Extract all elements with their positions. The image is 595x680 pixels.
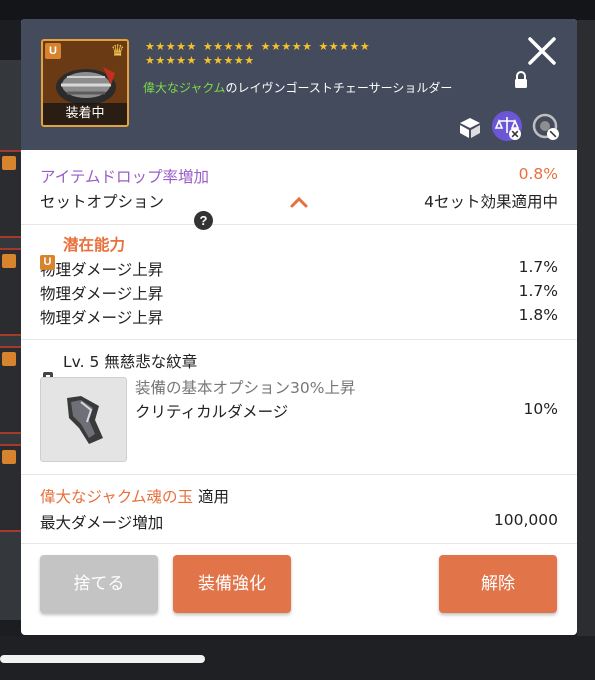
potential-line-label: 物理ダメージ上昇: [40, 309, 164, 327]
chevron-up-icon[interactable]: [289, 195, 309, 209]
star-group: ★★★★★: [260, 40, 313, 53]
potential-line-label: 物理ダメージ上昇: [40, 261, 164, 279]
set-option-section: アイテムドロップ率増加 0.8% セットオプション 4セット効果適用中: [21, 150, 577, 225]
set-status: 4セット効果適用中: [424, 193, 558, 211]
crown-icon: ♛: [110, 41, 125, 60]
star-group: ★★★★★: [145, 54, 197, 67]
background-right-panel: [577, 20, 595, 636]
emblem-title: Lv. 5 無慈悲な紋章: [63, 353, 198, 371]
star-group: ★★★★★: [145, 40, 197, 53]
rank-badge: U: [45, 43, 61, 59]
item-header: U ♛ 装着中 ★★★★★ ★★★★★ ★★★★★ ★★★★★ ★★★★★ ★★★★★ …: [21, 19, 577, 150]
claw-emblem-icon: [67, 396, 103, 444]
soul-header: 偉大なジャクム魂の玉 適用: [40, 485, 229, 507]
item-name: 偉大なジャクムのレイヴンゴーストチェーサーショルダー: [143, 79, 452, 96]
emblem-description: 装備の基本オプション30%上昇: [135, 379, 356, 397]
potential-title: 潜在能力: [63, 236, 126, 254]
equipped-label: 装着中: [43, 103, 127, 125]
potential-rank-badge: U: [40, 255, 55, 270]
emblem-image: [40, 377, 127, 462]
star-group: ★★★★★: [202, 40, 255, 53]
drop-rate-value: 0.8%: [518, 165, 558, 183]
potential-section: 潜在能力 物理ダメージ上昇 1.7% 物理ダメージ上昇 1.7% 物理ダメージ上…: [21, 225, 577, 340]
set-option-label: セットオプション: [40, 193, 165, 211]
star-force-rating: ★★★★★ ★★★★★ ★★★★★ ★★★★★ ★★★★★ ★★★★★: [145, 40, 445, 68]
home-indicator-bar: [0, 655, 205, 663]
close-icon[interactable]: [525, 34, 559, 68]
storage-box-icon[interactable]: [457, 114, 483, 140]
emblem-stat-value: 10%: [523, 400, 558, 418]
soul-stat-value: 100,000: [493, 511, 558, 529]
shoulder-armor-icon: [56, 67, 116, 105]
soul-applied: 適用: [197, 488, 229, 506]
disabled-option-icon[interactable]: [531, 112, 561, 142]
soul-stat-label: 最大ダメージ増加: [40, 514, 164, 532]
discard-button[interactable]: 捨てる: [40, 555, 158, 613]
item-name-prefix: 偉大なジャクム: [143, 81, 226, 95]
item-detail-dialog: U ♛ 装着中 ★★★★★ ★★★★★ ★★★★★ ★★★★★ ★★★★★ ★★★★★ …: [21, 19, 577, 635]
soul-section: 偉大なジャクム魂の玉 適用 最大ダメージ増加 100,000: [21, 475, 577, 545]
star-group: ★★★★★: [318, 40, 371, 53]
star-group: ★★★★★: [202, 54, 255, 67]
drop-rate-label: アイテムドロップ率増加: [40, 168, 209, 186]
unequip-button[interactable]: 解除: [439, 555, 557, 613]
emblem-stat-label: クリティカルダメージ: [135, 403, 289, 421]
trade-scale-icon[interactable]: [491, 110, 523, 142]
enhance-button[interactable]: 装備強化: [173, 555, 291, 613]
item-thumbnail: U ♛ 装着中: [41, 39, 129, 127]
item-name-rest: のレイヴンゴーストチェーサーショルダー: [225, 81, 453, 95]
potential-line-label: 物理ダメージ上昇: [40, 285, 164, 303]
potential-line-value: 1.8%: [518, 306, 558, 324]
lock-icon[interactable]: [513, 71, 529, 89]
potential-line-value: 1.7%: [518, 258, 558, 276]
potential-line-value: 1.7%: [518, 282, 558, 300]
background-top-bar: [0, 0, 595, 20]
soul-name: 偉大なジャクム魂の玉: [40, 488, 193, 506]
divider: [21, 543, 577, 544]
